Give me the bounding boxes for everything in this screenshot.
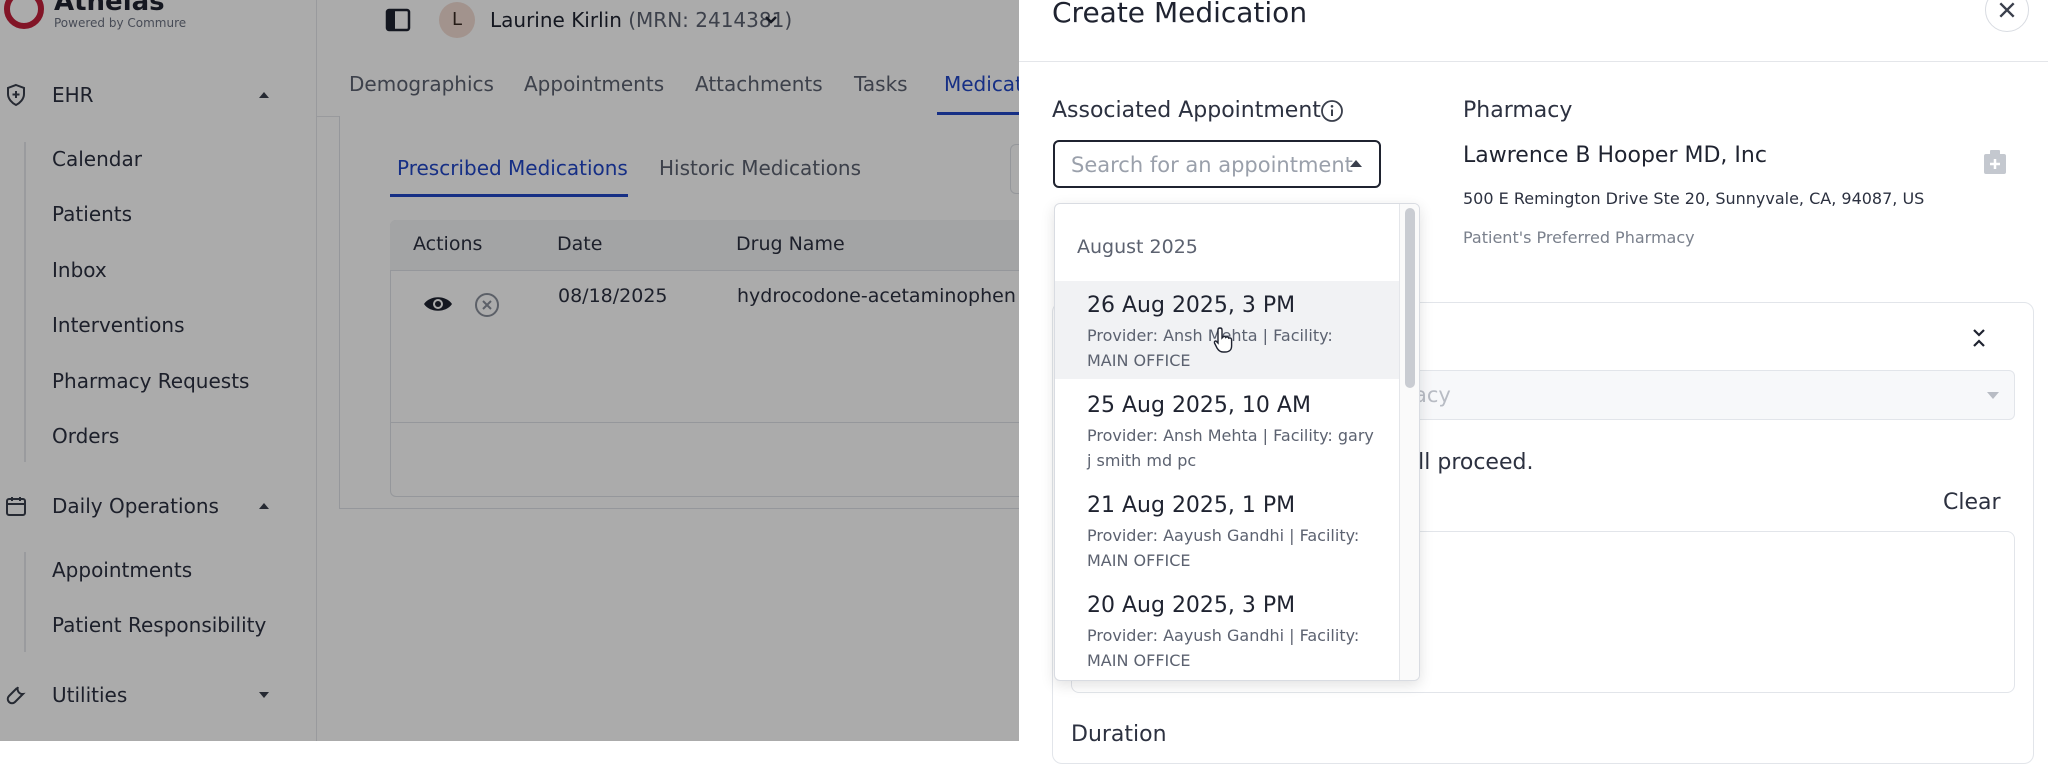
collapse-icon[interactable] — [1969, 326, 1989, 350]
appointment-option-title: 25 Aug 2025, 10 AM — [1087, 393, 1311, 418]
caret-up-icon — [1350, 160, 1362, 167]
associated-appointment-label: Associated Appointment — [1052, 98, 1321, 123]
add-pharmacy-icon[interactable] — [1981, 148, 2009, 176]
pharmacy-address: 500 E Remington Drive Ste 20, Sunnyvale,… — [1463, 189, 1925, 208]
appointment-option[interactable]: 21 Aug 2025, 1 PM Provider: Aayush Gandh… — [1055, 481, 1399, 579]
duration-label: Duration — [1071, 722, 1167, 747]
caret-down-icon — [1987, 392, 1999, 399]
pharmacy-name: Lawrence B Hooper MD, Inc — [1463, 143, 1767, 168]
appointment-option-title: 20 Aug 2025, 3 PM — [1087, 593, 1296, 618]
pharmacy-label: Pharmacy — [1463, 98, 1573, 123]
appointment-placeholder: Search for an appointment — [1071, 153, 1353, 177]
header-divider — [1019, 61, 2048, 62]
appointment-option-subtitle: Provider: Ansh Mehta | Facility: gary j … — [1087, 426, 1374, 470]
close-icon[interactable] — [1985, 0, 2029, 32]
appointment-option-title: 21 Aug 2025, 1 PM — [1087, 493, 1296, 518]
appointment-search-select[interactable]: Search for an appointment — [1053, 140, 1381, 188]
hand-cursor-icon — [1213, 327, 1233, 353]
appointment-option[interactable]: 25 Aug 2025, 10 AM Provider: Ansh Mehta … — [1055, 381, 1399, 479]
info-icon[interactable] — [1320, 99, 1344, 123]
modal-title: Create Medication — [1052, 0, 1308, 29]
scrollbar-thumb[interactable] — [1405, 208, 1415, 388]
appointment-dropdown[interactable]: August 2025 26 Aug 2025, 3 PM Provider: … — [1054, 203, 1420, 681]
clear-button[interactable]: Clear — [1943, 490, 2001, 515]
appointment-option-subtitle: Provider: Aayush Gandhi | Facility: MAIN… — [1087, 626, 1360, 670]
appointment-option-title: 26 Aug 2025, 3 PM — [1087, 293, 1296, 318]
dropdown-group-label: August 2025 — [1077, 236, 1198, 258]
preferred-pharmacy-note: Patient's Preferred Pharmacy — [1463, 228, 1695, 247]
pharmacy-select-disabled: acy — [1399, 370, 2015, 420]
appointment-option[interactable]: 20 Aug 2025, 3 PM Provider: Aayush Gandh… — [1055, 581, 1399, 679]
scrollbar-track[interactable] — [1399, 204, 1419, 680]
appointment-option-subtitle: Provider: Aayush Gandhi | Facility: MAIN… — [1087, 526, 1360, 570]
modal-backdrop[interactable] — [0, 0, 1020, 741]
